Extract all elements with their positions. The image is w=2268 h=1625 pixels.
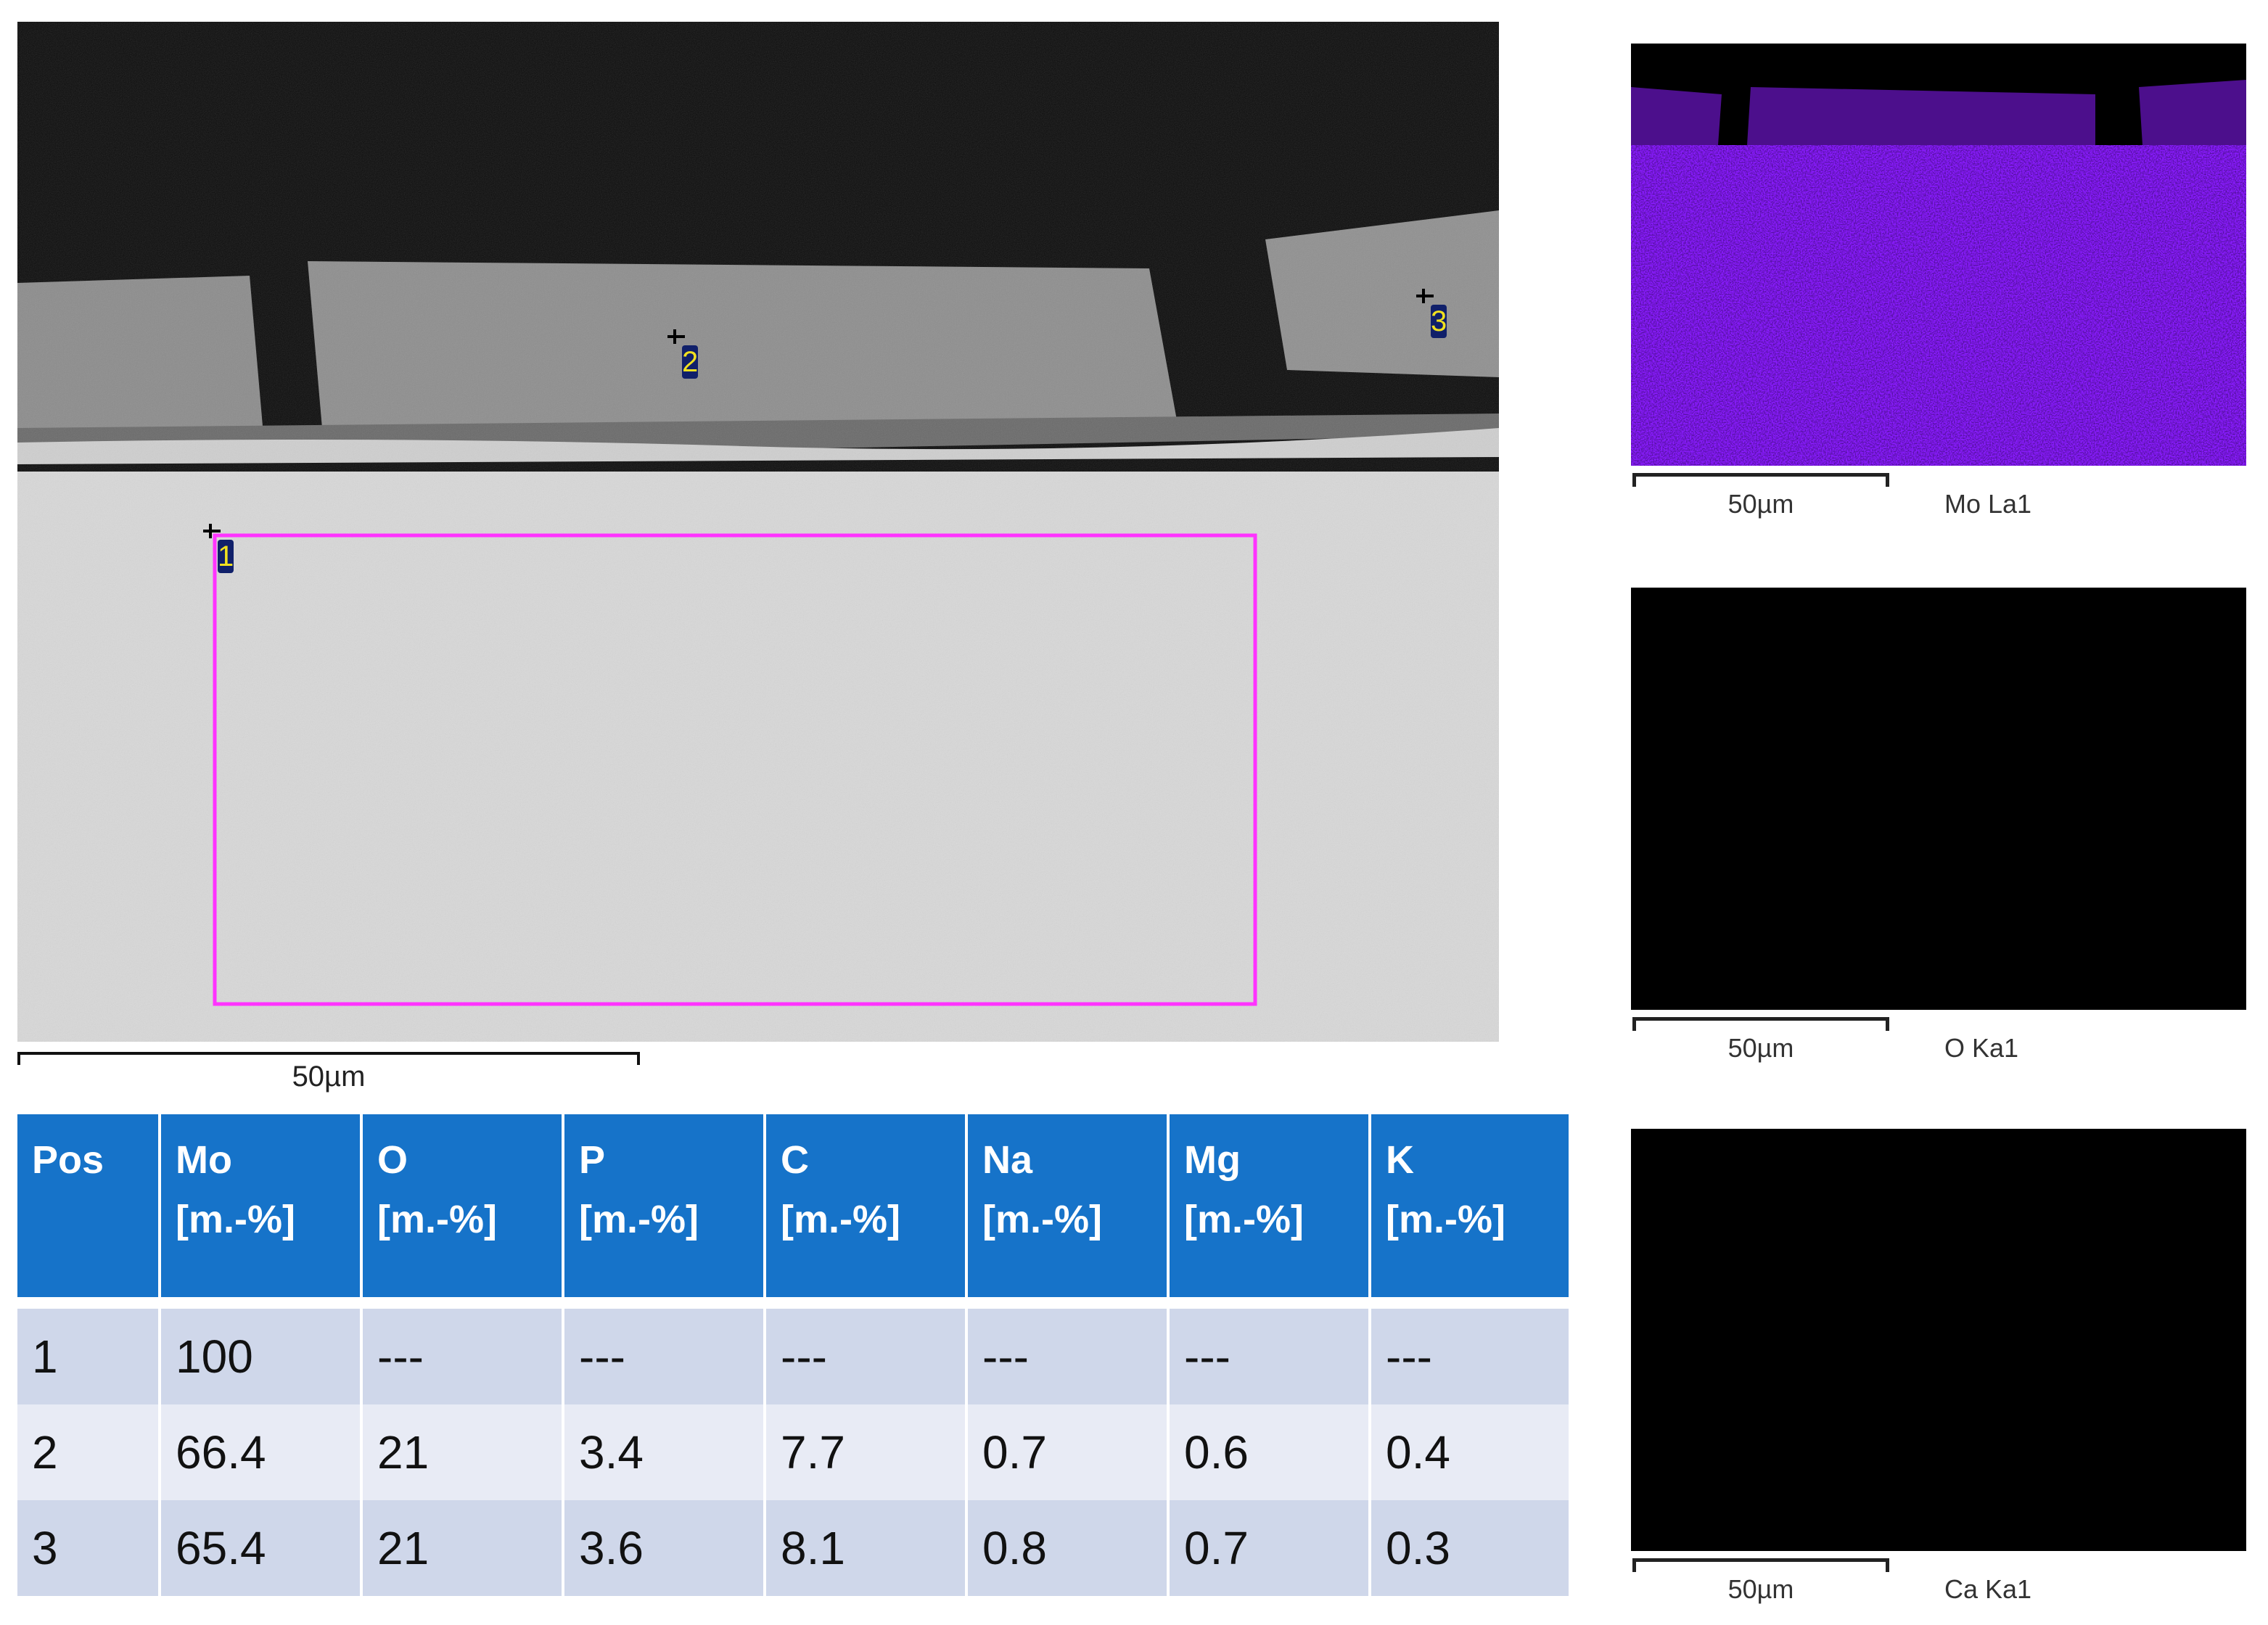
header-unit: [m.-%] [1184,1198,1304,1241]
table-cell: 0.7 [1170,1500,1368,1596]
element-map-1 [1631,588,2246,1010]
header-c: C [m.-%] [766,1114,965,1297]
table-cell: 3.4 [564,1404,763,1500]
sem-scale-label: 50µm [292,1061,366,1093]
map-scale-bar [1632,1558,1889,1572]
header-na: Na [m.-%] [968,1114,1167,1297]
table-cell: 0.4 [1371,1404,1569,1500]
table-cell: 8.1 [766,1500,965,1596]
table-cell: 21 [363,1404,562,1500]
element-map-0 [1631,44,2246,466]
header-mo: Mo [m.-%] [161,1114,360,1297]
header-unit: [m.-%] [176,1198,295,1241]
table-cell: --- [766,1309,965,1404]
header-unit: [m.-%] [377,1198,497,1241]
header-p: P [m.-%] [564,1114,763,1297]
position-crosshair-icon [1416,289,1434,303]
table-cell: --- [1170,1309,1368,1404]
position-crosshair-icon [203,524,221,538]
table-cell: 3.6 [564,1500,763,1596]
table-header-row: Pos Mo [m.-%] O [m.-%] P [m.-%] C [m.-%] Na [… [17,1114,1569,1297]
table-row: 2 66.4 21 3.4 7.7 0.7 0.6 0.4 [17,1404,1569,1500]
position-marker-1[interactable]: 1 [218,540,234,573]
header-label: K [1386,1138,1414,1182]
element-map-2 [1631,1129,2246,1551]
table-cell: 66.4 [161,1404,360,1500]
header-label: Na [982,1138,1033,1182]
map-scale-label: 50µm [1727,1574,1794,1604]
header-unit: [m.-%] [579,1198,699,1241]
position-marker-2[interactable]: 2 [682,345,698,379]
map-scale-bar [1632,473,1889,487]
table-cell: --- [968,1309,1167,1404]
map-scale-label: 50µm [1727,1033,1794,1063]
map-scale-label: 50µm [1727,489,1794,519]
table-cell: 7.7 [766,1404,965,1500]
table-cell: 0.6 [1170,1404,1368,1500]
header-label: C [781,1138,809,1182]
table-cell: --- [363,1309,562,1404]
header-unit: [m.-%] [781,1198,900,1241]
map-element-label: Ca Ka1 [1944,1574,2032,1604]
table-cell: 65.4 [161,1500,360,1596]
table-row: 1 100 --- --- --- --- --- --- [17,1309,1569,1404]
table-cell: 100 [161,1309,360,1404]
map-element-label: O Ka1 [1944,1033,2019,1063]
table-cell: 21 [363,1500,562,1596]
map-scale-bar [1632,1017,1889,1031]
table-cell: 0.8 [968,1500,1167,1596]
table-cell: 2 [17,1404,158,1500]
table-cell: 3 [17,1500,158,1596]
header-label: P [579,1138,606,1182]
header-unit: [m.-%] [982,1198,1102,1241]
header-o: O [m.-%] [363,1114,562,1297]
sem-micrograph [17,22,1499,1042]
sem-image: 1 2 3 [17,22,1499,1042]
header-pos: Pos [17,1114,158,1297]
header-label: Mg [1184,1138,1241,1182]
header-k: K [m.-%] [1371,1114,1569,1297]
map-element-label: Mo La1 [1944,489,2032,519]
header-label: Pos [32,1138,104,1182]
table-cell: 0.3 [1371,1500,1569,1596]
header-unit: [m.-%] [1386,1198,1505,1241]
table-row: 3 65.4 21 3.6 8.1 0.8 0.7 0.3 [17,1500,1569,1596]
header-label: O [377,1138,408,1182]
table-cell: --- [1371,1309,1569,1404]
composition-table: Pos Mo [m.-%] O [m.-%] P [m.-%] C [m.-%] Na [… [15,1114,1571,1596]
table-cell: 1 [17,1309,158,1404]
position-marker-3[interactable]: 3 [1431,305,1447,338]
header-mg: Mg [m.-%] [1170,1114,1368,1297]
table-cell: 0.7 [968,1404,1167,1500]
position-crosshair-icon [667,329,685,344]
table-cell: --- [564,1309,763,1404]
header-label: Mo [176,1138,232,1182]
